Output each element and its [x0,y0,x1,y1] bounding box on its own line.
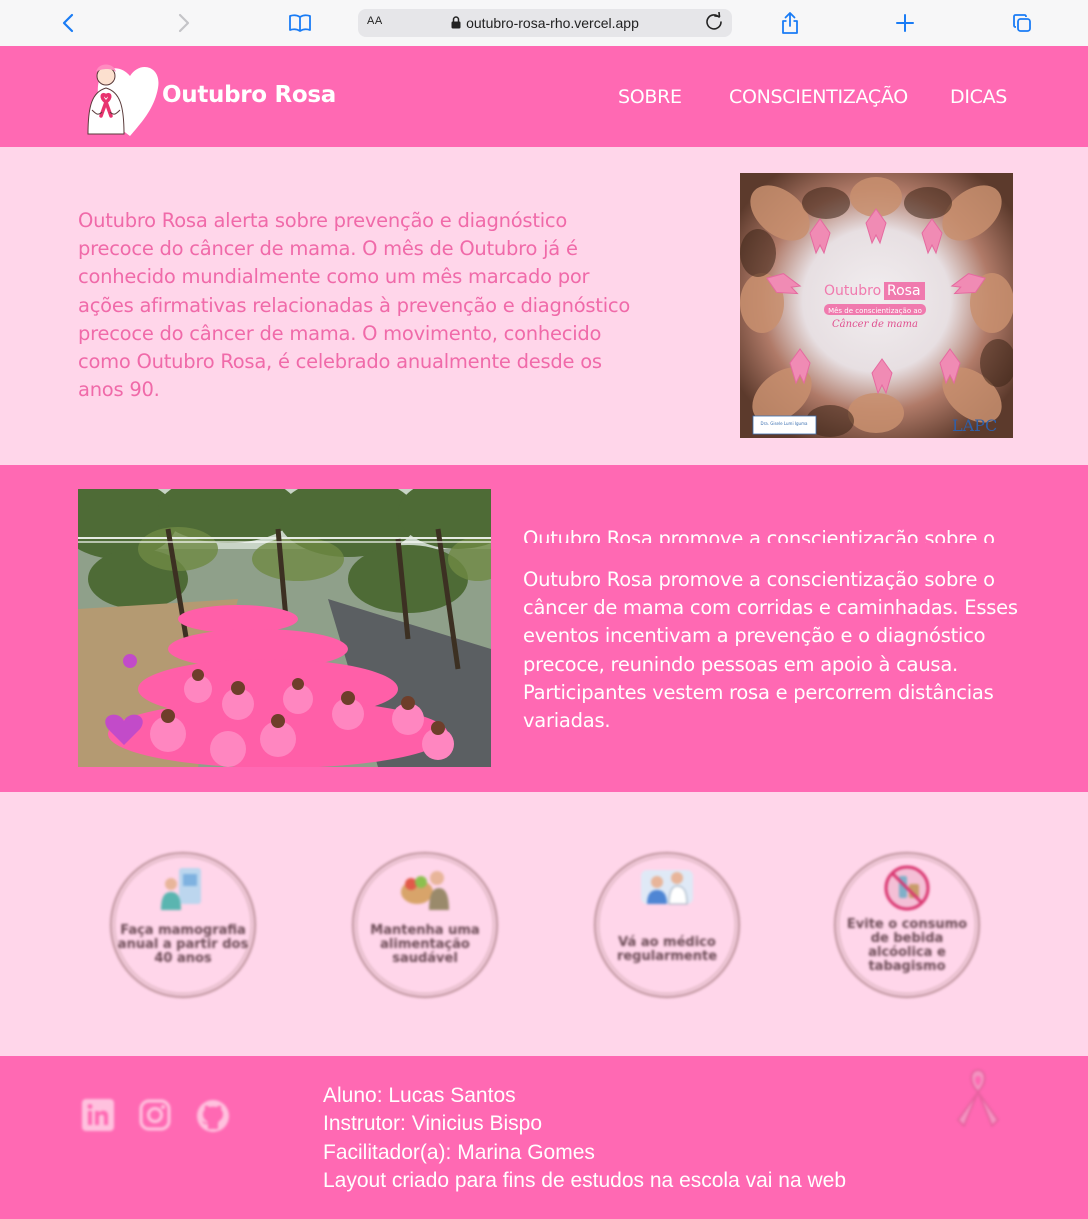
healthy-food-icon [399,864,451,912]
tip-label: Faça mamografia anual a partir dos 40 an… [117,923,249,966]
chevron-right-icon[interactable] [174,8,194,38]
tabs-icon[interactable] [1011,8,1033,38]
tip-label: Evite o consumo de bebida alcóolica e ta… [846,917,968,974]
linkedin-icon[interactable] [82,1099,114,1135]
site-footer: Aluno: Lucas Santos Instrutor: Vinicius … [0,1056,1088,1219]
chevron-left-icon[interactable] [58,8,78,38]
nav-link-sobre[interactable]: SOBRE [618,86,682,108]
address-bar[interactable]: AA outubro-rosa-rho.vercel.app [358,9,732,37]
about-section: Outubro Rosa alerta sobre prevenção e di… [0,147,1088,465]
tips-section: Faça mamografia anual a partir dos 40 an… [0,792,1088,1056]
credit-facilitator: Facilitador(a): Marina Gomes [323,1140,595,1164]
github-icon[interactable] [196,1099,230,1137]
credit-instructor: Instrutor: Vinicius Bispo [323,1112,543,1136]
image-title-a: Outubro [824,283,881,299]
image-subtitle: Mês de conscientização ao [828,307,922,315]
site-header: Outubro Rosa SOBRE CONSCIENTIZAÇÃO DICAS [0,46,1088,147]
tip-card-food[interactable]: Mantenha uma alimentação saudável [352,852,498,998]
reload-icon[interactable] [704,11,724,35]
nav-link-conscientizacao[interactable]: CONSCIENTIZAÇÃO [729,86,908,108]
share-icon[interactable] [778,8,802,38]
tip-label: Vá ao médico regularmente [616,935,718,964]
image-signature: Dra. Gisele Lumi Iguma [761,421,808,426]
footer-credits: Aluno: Lucas Santos Instrutor: Vinicius … [323,1082,846,1195]
brand-title[interactable]: Outubro Rosa [162,82,336,108]
logo[interactable] [78,58,162,138]
doctor-visit-icon [641,864,693,912]
mammography-icon [157,864,209,912]
tip-card-mammography[interactable]: Faça mamografia anual a partir dos 40 an… [110,852,256,998]
awareness-text: Outubro Rosa promove a conscientização s… [523,568,1018,733]
book-icon[interactable] [287,8,313,38]
image-script: Câncer de mama [832,319,918,330]
tip-card-no-alcohol[interactable]: Evite o consumo de bebida alcóolica e ta… [834,852,980,998]
image-title-b: Rosa [887,283,921,299]
tip-label: Mantenha uma alimentação saudável [370,923,480,966]
walk-event-photo [78,489,491,767]
browser-toolbar: AA outubro-rosa-rho.vercel.app [0,0,1088,46]
instagram-icon[interactable] [139,1099,171,1135]
awareness-text-ghost: Outubro Rosa promove a conscientização s… [523,527,995,543]
plus-icon[interactable] [894,8,916,38]
lock-icon [451,16,461,32]
nav-link-dicas[interactable]: DICAS [950,86,1007,108]
credit-note: Layout criado para fins de estudos na es… [323,1168,847,1192]
no-alcohol-icon [881,864,933,912]
about-text: Outubro Rosa alerta sobre prevenção e di… [78,209,631,402]
pink-ribbon-icon [954,1064,1002,1138]
credit-student: Aluno: Lucas Santos [323,1084,516,1107]
tip-card-doctor[interactable]: Vá ao médico regularmente [594,852,740,998]
awareness-section: Outubro Rosa promove a conscientização s… [0,465,1088,792]
awareness-hands-image: Outubro Rosa Mês de conscientização ao C… [740,173,1013,438]
image-brand-mark: LAPC [952,416,997,435]
url-text: outubro-rosa-rho.vercel.app [466,15,639,31]
